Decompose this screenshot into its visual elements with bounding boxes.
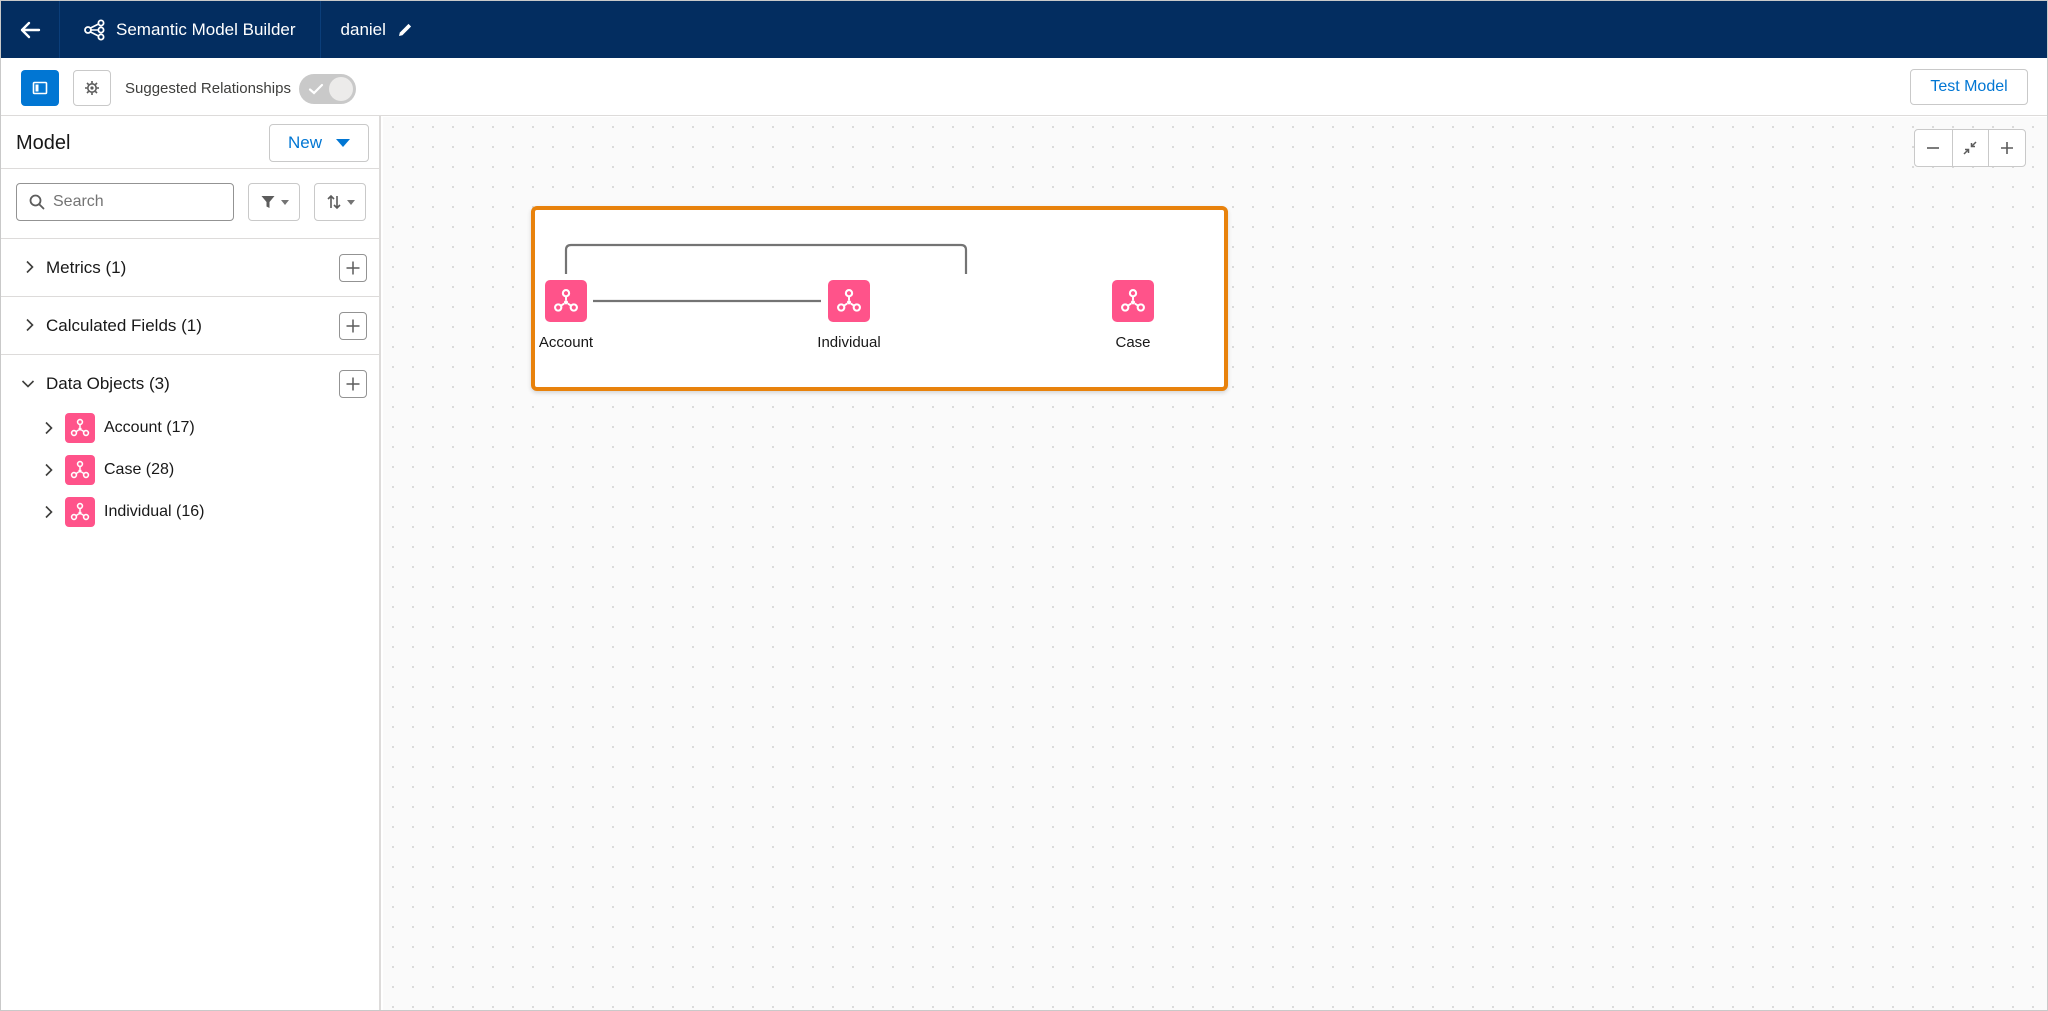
new-button[interactable]: New: [269, 124, 369, 162]
settings-button[interactable]: [73, 70, 111, 106]
chevron-right-icon: [45, 505, 53, 519]
chevron-right-icon: [45, 463, 53, 477]
relationship-edge-account-case: [564, 243, 968, 274]
search-field: [16, 183, 234, 221]
data-object-item-individual[interactable]: Individual (16): [1, 491, 379, 533]
sort-button[interactable]: [314, 183, 366, 221]
edit-model-name-button[interactable]: [396, 21, 414, 39]
zoom-controls: [1914, 129, 2026, 167]
app-window: Semantic Model Builder daniel Suggested …: [0, 0, 2048, 1011]
data-object-item-case[interactable]: Case (28): [1, 449, 379, 491]
data-object-icon: [545, 280, 587, 322]
data-object-label: Account (17): [104, 419, 195, 436]
section-label: Metrics (1): [46, 258, 127, 277]
search-input[interactable]: [53, 193, 223, 211]
sort-icon: [326, 194, 341, 210]
search-row: [1, 169, 381, 239]
chevron-right-icon: [45, 421, 53, 435]
canvas-node-label: Case: [1115, 334, 1151, 351]
canvas-node-account[interactable]: Account: [516, 280, 616, 351]
chevron-right-icon: [26, 260, 34, 274]
data-object-icon: [65, 497, 95, 527]
selected-object-group[interactable]: Account Individual Case: [531, 206, 1228, 391]
data-object-icon: [65, 455, 95, 485]
model-name-area: daniel: [321, 20, 414, 40]
canvas-node-individual[interactable]: Individual: [799, 280, 899, 351]
filter-button[interactable]: [248, 183, 300, 221]
add-calculated-field-button[interactable]: [339, 312, 367, 340]
filter-icon: [261, 196, 274, 208]
plus-icon: [2001, 142, 2014, 154]
panel-left-icon: [32, 81, 48, 95]
toggle-panel-button[interactable]: [21, 70, 59, 106]
fit-to-screen-button[interactable]: [1951, 130, 1989, 166]
search-icon: [29, 194, 45, 210]
suggested-relationships-label: Suggested Relationships: [125, 80, 291, 97]
canvas-node-label: Individual: [817, 334, 881, 351]
top-nav-bar: Semantic Model Builder daniel: [1, 1, 2047, 58]
plus-icon: [346, 261, 360, 275]
suggested-relationships-toggle[interactable]: [299, 74, 356, 104]
sidebar-title: Model: [16, 132, 71, 154]
data-object-icon: [828, 280, 870, 322]
minus-icon: [1927, 147, 1940, 149]
gear-icon: [85, 81, 99, 95]
chevron-down-icon: [346, 199, 355, 205]
test-model-button[interactable]: Test Model: [1910, 69, 2028, 105]
app-title: Semantic Model Builder: [116, 19, 296, 39]
data-object-label: Case (28): [104, 461, 175, 478]
section-calculated-fields[interactable]: Calculated Fields (1): [1, 297, 381, 355]
toggle-knob: [329, 77, 353, 101]
section-label: Calculated Fields (1): [46, 316, 202, 335]
semantic-model-icon: [84, 19, 105, 40]
chevron-down-icon: [280, 199, 289, 205]
model-name: daniel: [340, 19, 386, 39]
section-label: Data Objects (3): [46, 374, 170, 393]
sidebar-header: Model New: [1, 116, 381, 169]
model-sidebar: Model New Search Metrics (1) Calculated …: [1, 116, 381, 1010]
chevron-down-icon: [21, 380, 35, 388]
toolbar: Suggested Relationships Test Model: [1, 58, 2047, 116]
zoom-in-button[interactable]: [1988, 130, 2025, 166]
plus-icon: [346, 319, 360, 333]
section-data-objects[interactable]: Data Objects (3): [1, 355, 381, 413]
add-metric-button[interactable]: [339, 254, 367, 282]
data-object-item-account[interactable]: Account (17): [1, 407, 379, 449]
new-button-label: New: [287, 133, 322, 152]
back-button[interactable]: [1, 1, 60, 58]
add-data-object-button[interactable]: [339, 370, 367, 398]
plus-icon: [346, 377, 360, 391]
chevron-down-icon: [336, 139, 350, 147]
data-object-icon: [1112, 280, 1154, 322]
app-header: Semantic Model Builder: [60, 1, 321, 58]
back-arrow-icon: [20, 21, 41, 38]
data-object-label: Individual (16): [104, 503, 205, 520]
canvas-node-case[interactable]: Case: [1083, 280, 1183, 351]
pencil-icon: [398, 23, 412, 36]
check-icon: [308, 83, 324, 95]
canvas-node-label: Account: [538, 334, 594, 351]
collapse-icon: [1963, 141, 1978, 155]
chevron-right-icon: [26, 318, 34, 332]
data-object-icon: [65, 413, 95, 443]
section-metrics[interactable]: Metrics (1): [1, 239, 381, 297]
zoom-out-button[interactable]: [1915, 130, 1952, 166]
